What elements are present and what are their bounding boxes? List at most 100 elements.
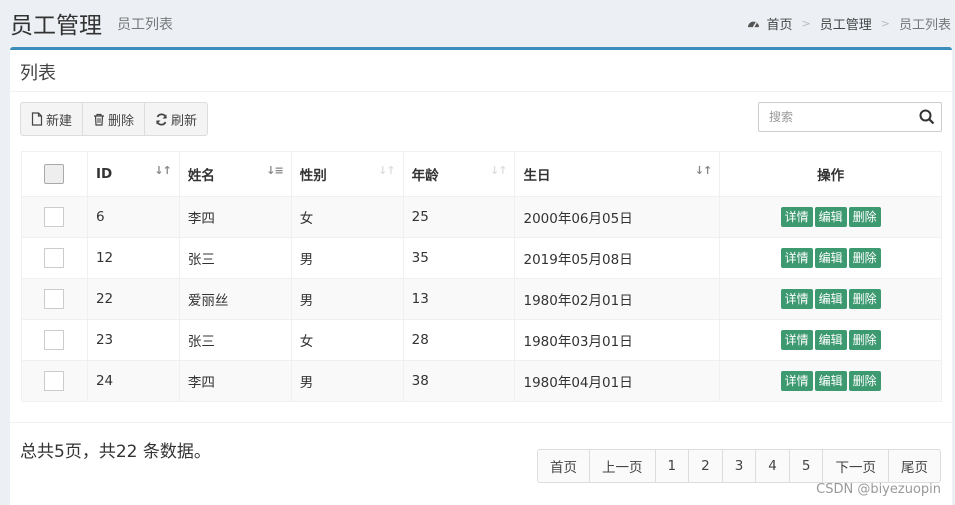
detail-button[interactable]: 详情 [780, 330, 813, 350]
breadcrumb-employee-management[interactable]: 员工管理 [820, 14, 872, 33]
box-title: 列表 [10, 50, 952, 92]
table-row: 12 张三 男 35 2019年05月08日 详情 编辑 删除 [21, 237, 942, 279]
edit-button[interactable]: 编辑 [814, 248, 847, 268]
page-last[interactable]: 尾页 [889, 450, 940, 482]
new-button-label: 新建 [46, 113, 73, 129]
cell-name: 张三 [178, 237, 292, 279]
sort-icon[interactable]: ↓↑ [490, 164, 507, 177]
file-icon [31, 112, 43, 126]
table-row: 24 李四 男 38 1980年04月01日 详情 编辑 删除 [21, 360, 942, 402]
table-row: 6 李四 女 25 2000年06月05日 详情 编辑 删除 [21, 196, 942, 238]
breadcrumb-home[interactable]: 首页 [767, 14, 793, 33]
cell-id: 24 [86, 360, 180, 402]
row-delete-button[interactable]: 删除 [848, 371, 881, 391]
page-5[interactable]: 5 [790, 450, 824, 482]
sort-desc-icon[interactable]: ↓≡ [266, 164, 283, 177]
cell-birthday: 2019年05月08日 [514, 237, 721, 279]
page-first[interactable]: 首页 [538, 450, 590, 482]
table-row: 23 张三 女 28 1980年03月01日 详情 编辑 删除 [21, 319, 942, 361]
cell-birthday: 1980年04月01日 [514, 360, 721, 402]
breadcrumb-current: 员工列表 [898, 18, 951, 33]
cell-id: 12 [86, 237, 180, 279]
employee-table: ID ↓↑ 姓名 ↓≡ 性别 ↓↑ 年龄 ↓↑ 生日 ↓↑ 操作 6 李四 女 … [21, 151, 942, 402]
cell-age: 25 [402, 196, 516, 238]
cell-name: 爱丽丝 [178, 278, 292, 320]
detail-button[interactable]: 详情 [780, 289, 813, 309]
table-row: 22 爱丽丝 男 13 1980年02月01日 详情 编辑 删除 [21, 278, 942, 320]
search-input[interactable] [759, 103, 909, 131]
refresh-button[interactable]: 刷新 [145, 103, 207, 135]
row-delete-button[interactable]: 删除 [848, 330, 881, 350]
detail-button[interactable]: 详情 [780, 248, 813, 268]
cell-actions: 详情 编辑 删除 [719, 360, 942, 402]
cell-actions: 详情 编辑 删除 [719, 237, 942, 279]
page-next[interactable]: 下一页 [823, 450, 889, 482]
row-checkbox[interactable] [44, 289, 65, 309]
column-header-id[interactable]: ID ↓↑ [86, 151, 180, 197]
detail-button[interactable]: 详情 [780, 207, 813, 227]
select-all-header [21, 151, 88, 197]
cell-birthday: 2000年06月05日 [514, 196, 721, 238]
page-1[interactable]: 1 [656, 450, 690, 482]
sort-asc-icon[interactable]: ↓↑ [154, 164, 171, 177]
row-checkbox[interactable] [44, 330, 65, 350]
row-checkbox[interactable] [44, 248, 65, 268]
detail-button[interactable]: 详情 [780, 371, 813, 391]
pagination-summary: 总共5页，共22 条数据。 [20, 442, 211, 462]
cell-id: 23 [86, 319, 180, 361]
search-box [758, 102, 942, 132]
cell-name: 李四 [178, 196, 292, 238]
cell-age: 35 [402, 237, 516, 279]
cell-id: 6 [86, 196, 180, 238]
breadcrumb-separator: > [801, 17, 811, 30]
column-header-gender[interactable]: 性别 ↓↑ [290, 151, 404, 197]
cell-actions: 详情 编辑 删除 [719, 319, 942, 361]
row-delete-button[interactable]: 删除 [848, 248, 881, 268]
edit-button[interactable]: 编辑 [814, 371, 847, 391]
new-button[interactable]: 新建 [21, 103, 84, 135]
page-3[interactable]: 3 [723, 450, 757, 482]
edit-button[interactable]: 编辑 [814, 207, 847, 227]
sort-icon[interactable]: ↓↑ [378, 164, 395, 177]
column-header-actions: 操作 [719, 151, 942, 197]
cell-birthday: 1980年03月01日 [514, 319, 721, 361]
row-delete-button[interactable]: 删除 [848, 289, 881, 309]
row-select-cell [21, 237, 88, 279]
column-header-age[interactable]: 年龄 ↓↑ [402, 151, 516, 197]
page-4[interactable]: 4 [756, 450, 790, 482]
watermark: CSDN @biyezuopin [816, 482, 941, 497]
row-select-cell [21, 360, 88, 402]
row-delete-button[interactable]: 删除 [848, 207, 881, 227]
cell-name: 李四 [178, 360, 292, 402]
cell-gender: 男 [290, 360, 404, 402]
delete-button[interactable]: 删除 [83, 103, 146, 135]
page-prev[interactable]: 上一页 [590, 450, 656, 482]
row-select-cell [21, 278, 88, 320]
column-header-name[interactable]: 姓名 ↓≡ [178, 151, 292, 197]
sort-icon[interactable]: ↓↑ [695, 164, 712, 177]
table-header-row: ID ↓↑ 姓名 ↓≡ 性别 ↓↑ 年龄 ↓↑ 生日 ↓↑ 操作 [21, 151, 942, 197]
page-subtitle: 员工列表 [117, 17, 173, 33]
row-select-cell [21, 196, 88, 238]
delete-button-label: 删除 [108, 113, 135, 129]
edit-button[interactable]: 编辑 [814, 330, 847, 350]
footer-divider [10, 422, 952, 423]
dashboard-icon [747, 21, 759, 28]
refresh-button-label: 刷新 [171, 113, 198, 129]
row-select-cell [21, 319, 88, 361]
cell-actions: 详情 编辑 删除 [719, 278, 942, 320]
cell-age: 28 [402, 319, 516, 361]
cell-birthday: 1980年02月01日 [514, 278, 721, 320]
cell-age: 13 [402, 278, 516, 320]
trash-icon [94, 113, 105, 126]
edit-button[interactable]: 编辑 [814, 289, 847, 309]
page-2[interactable]: 2 [689, 450, 723, 482]
select-all-checkbox[interactable] [44, 164, 65, 184]
row-checkbox[interactable] [44, 371, 65, 391]
row-checkbox[interactable] [44, 207, 65, 227]
search-icon[interactable] [919, 109, 935, 125]
cell-gender: 女 [290, 319, 404, 361]
list-box: 列表 新建 删除 刷新 搜索 ID ↓↑ 姓名 ↓≡ 性别 ↓↑ 年龄 ↓↑ 生… [10, 47, 952, 505]
breadcrumb: 首页 > 员工管理 > 员工列表 [747, 14, 951, 33]
column-header-birthday[interactable]: 生日 ↓↑ [514, 151, 721, 197]
